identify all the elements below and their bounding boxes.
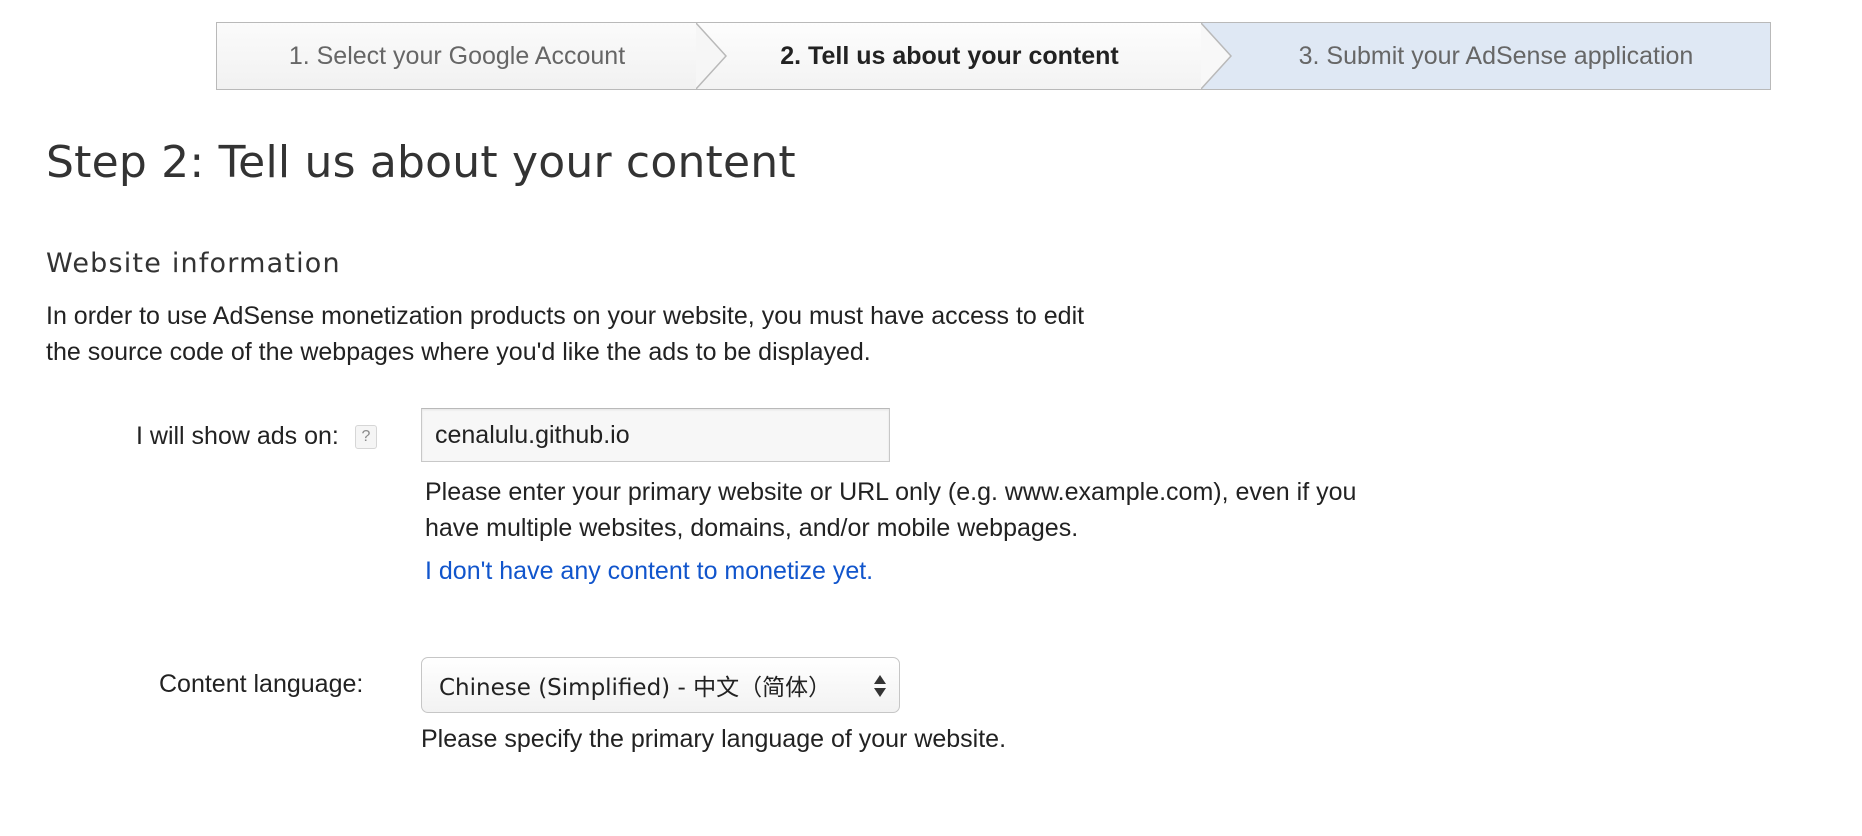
chevron-right-icon — [696, 23, 727, 89]
wizard-step-select-account[interactable]: 1. Select your Google Account — [217, 23, 727, 89]
section-heading-website-information: Website information — [46, 248, 341, 279]
wizard-step-label: 1. Select your Google Account — [288, 41, 626, 70]
wizard-steps: 1. Select your Google Account 2. Tell us… — [216, 22, 1771, 90]
website-info-intro: In order to use AdSense monetization pro… — [46, 298, 1246, 370]
question-mark-icon[interactable]: ? — [355, 425, 377, 449]
content-language-selected-value: Chinese (Simplified) - 中文（简体） — [439, 675, 832, 701]
page-title: Step 2: Tell us about your content — [46, 137, 796, 188]
intro-line: the source code of the webpages where yo… — [46, 338, 871, 366]
content-language-hint: Please specify the primary language of y… — [421, 725, 1007, 753]
show-ads-on-label: I will show ads on: — [136, 422, 339, 450]
wizard-step-label: 2. Tell us about your content — [780, 41, 1119, 70]
intro-line: In order to use AdSense monetization pro… — [46, 302, 1085, 330]
chevron-right-icon — [1201, 23, 1232, 89]
website-url-hint: Please enter your primary website or URL… — [425, 474, 1525, 546]
wizard-step-label: 3. Submit your AdSense application — [1298, 41, 1694, 70]
no-content-link[interactable]: I don't have any content to monetize yet… — [425, 557, 873, 586]
content-language-select[interactable]: Chinese (Simplified) - 中文（简体） — [421, 657, 900, 713]
website-url-input[interactable] — [421, 408, 890, 462]
up-down-arrows-icon — [874, 675, 886, 697]
hint-line: have multiple websites, domains, and/or … — [425, 514, 1079, 542]
wizard-step-tell-content[interactable]: 2. Tell us about your content — [697, 23, 1232, 89]
wizard-step-submit-application[interactable]: 3. Submit your AdSense application — [1202, 23, 1770, 89]
content-language-label: Content language: — [159, 670, 364, 698]
hint-line: Please enter your primary website or URL… — [425, 478, 1357, 506]
